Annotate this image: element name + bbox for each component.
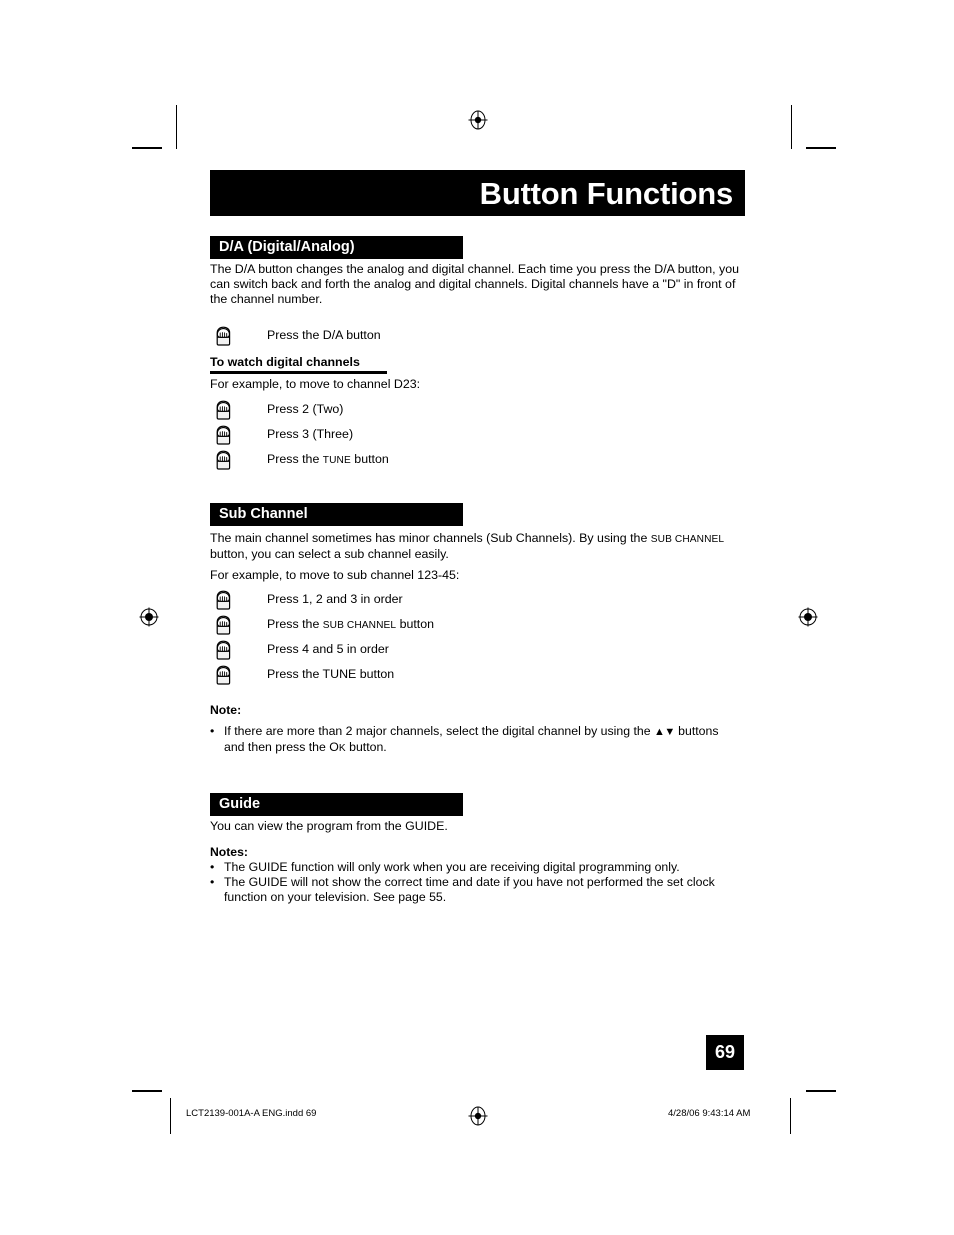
note-item: • If there are more than 2 major channel… bbox=[210, 724, 740, 756]
subheading-to-watch-digital-channels: To watch digital channels bbox=[210, 355, 360, 369]
note-item: • The GUIDE function will only work when… bbox=[210, 860, 740, 875]
da-example-line: For example, to move to channel D23: bbox=[210, 377, 421, 391]
step-label: Press 4 and 5 in order bbox=[267, 642, 389, 656]
crop-mark-top-right-horizontal bbox=[806, 147, 836, 149]
bullet-glyph: • bbox=[210, 860, 215, 874]
section-header-da-label: D/A (Digital/Analog) bbox=[219, 239, 355, 255]
pressing-hand-icon bbox=[210, 448, 236, 474]
registration-target-icon-top bbox=[467, 109, 489, 131]
crop-mark-top-left-horizontal bbox=[132, 147, 162, 149]
bullet-glyph: • bbox=[210, 724, 215, 738]
note-part1: If there are more than 2 major channels,… bbox=[224, 724, 654, 738]
section-header-da: D/A (Digital/Analog) bbox=[210, 236, 463, 259]
step-label-suffix: button bbox=[350, 452, 389, 466]
pressing-hand-icon bbox=[210, 324, 236, 350]
page-number: 69 bbox=[714, 1042, 736, 1062]
step-label-smallcaps: TUNE bbox=[322, 455, 351, 466]
crop-mark-bottom-left-horizontal bbox=[132, 1090, 162, 1092]
pressing-hand-icon bbox=[210, 398, 236, 424]
section-header-sub-channel-label: Sub Channel bbox=[219, 506, 308, 522]
footer-file-slug: LCT2139-001A-A ENG.indd 69 bbox=[186, 1108, 317, 1119]
note-text: The GUIDE function will only work when y… bbox=[224, 860, 680, 874]
sub-channel-body-part1: The main channel sometimes has minor cha… bbox=[210, 531, 651, 545]
sub-channel-example-line: For example, to move to sub channel 123-… bbox=[210, 568, 460, 582]
step-label-smallcaps: SUB CHANNEL bbox=[322, 620, 397, 631]
sub-channel-smallcaps: SUB CHANNEL bbox=[650, 534, 725, 545]
step-label: Press the SUB CHANNEL button bbox=[267, 616, 434, 634]
note-text: The GUIDE will not show the correct time… bbox=[224, 875, 715, 905]
registration-target-icon-right bbox=[797, 606, 819, 628]
page-title-banner: Button Functions bbox=[210, 170, 745, 216]
page-number-badge: 69 bbox=[706, 1035, 744, 1070]
step-label: Press 3 (Three) bbox=[267, 427, 354, 441]
note-text: If there are more than 2 major channels,… bbox=[224, 724, 740, 756]
note-ok-smallcaps: K bbox=[338, 743, 346, 755]
step-label-prefix: Press the bbox=[267, 617, 323, 631]
crop-mark-top-left-vertical bbox=[176, 105, 177, 149]
note-part3: button. bbox=[345, 740, 387, 755]
step-label-prefix: Press the bbox=[267, 452, 323, 466]
registration-target-icon-left bbox=[138, 606, 160, 628]
registration-target-icon-bottom bbox=[467, 1105, 489, 1127]
step-label: Press the TUNE button bbox=[267, 451, 389, 469]
pressing-hand-icon bbox=[210, 423, 236, 449]
page-title: Button Functions bbox=[479, 176, 734, 211]
crop-mark-bottom-right-horizontal bbox=[806, 1090, 836, 1092]
step-label: Press the TUNE button bbox=[267, 667, 395, 681]
step-label: Press 1, 2 and 3 in order bbox=[267, 592, 403, 606]
step-label: Press 2 (Two) bbox=[267, 402, 344, 416]
pressing-hand-icon bbox=[210, 638, 236, 664]
pressing-hand-icon bbox=[210, 613, 236, 639]
step-label-suffix: button bbox=[396, 617, 435, 631]
section-header-sub-channel: Sub Channel bbox=[210, 503, 463, 526]
subheading-underline bbox=[210, 371, 387, 374]
document-page: Button Functions D/A (Digital/Analog) Th… bbox=[0, 0, 954, 1235]
note-title: Note: bbox=[210, 703, 242, 717]
sub-channel-body-paragraph: The main channel sometimes has minor cha… bbox=[210, 531, 738, 562]
crop-mark-top-right-vertical bbox=[791, 105, 792, 149]
footer-rule-right bbox=[790, 1098, 791, 1134]
section-header-guide: Guide bbox=[210, 793, 463, 816]
pressing-hand-icon bbox=[210, 588, 236, 614]
note-item: • The GUIDE will not show the correct ti… bbox=[210, 875, 740, 905]
da-body-paragraph: The D/A button changes the analog and di… bbox=[210, 262, 740, 307]
footer-rule-left bbox=[170, 1098, 171, 1134]
pressing-hand-icon bbox=[210, 663, 236, 689]
step-label: Press the D/A button bbox=[267, 328, 381, 342]
bullet-glyph: • bbox=[210, 875, 215, 889]
guide-notes-title: Notes: bbox=[210, 845, 248, 859]
up-down-arrows-icon: ▲▼ bbox=[653, 726, 675, 738]
sub-channel-body-part2: button, you can select a sub channel eas… bbox=[210, 547, 449, 562]
footer-timestamp: 4/28/06 9:43:14 AM bbox=[668, 1108, 751, 1119]
guide-body-paragraph: You can view the program from the GUIDE. bbox=[210, 819, 448, 833]
section-header-guide-label: Guide bbox=[219, 796, 261, 812]
